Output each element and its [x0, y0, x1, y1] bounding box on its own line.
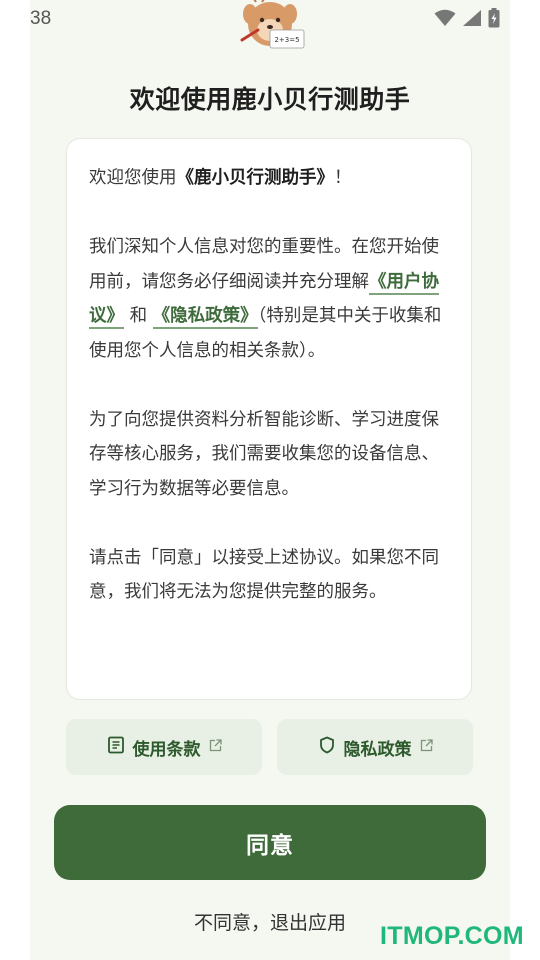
greeting-suffix: ！	[334, 168, 352, 188]
app-name: 《鹿小贝行测助手》	[176, 168, 335, 188]
data-collection-paragraph: 为了向您提供资料分析智能诊断、学习进度保存等核心服务，我们需要收集您的设备信息、…	[89, 409, 439, 499]
status-time: 38	[30, 8, 52, 29]
terms-of-use-button[interactable]: 使用条款	[66, 719, 262, 775]
privacy-policy-button[interactable]: 隐私政策	[277, 719, 473, 775]
privacy-notice-paragraph: 我们深知个人信息对您的重要性。在您开始使用前，请您务必仔细阅读并充分理解《用户协…	[89, 230, 449, 368]
terms-of-use-label: 使用条款	[132, 739, 201, 760]
battery-icon	[488, 8, 500, 32]
mascot-logo: 2+3=5	[236, 0, 308, 50]
external-link-icon	[209, 737, 222, 757]
greeting-paragraph: 欢迎您使用《鹿小贝行测助手》！	[89, 161, 449, 196]
page-title: 欢迎使用鹿小贝行测助手	[129, 85, 411, 114]
signal-icon	[462, 9, 482, 31]
consent-paragraph: 请点击「同意」以接受上述协议。如果您不同意，我们将无法为您提供完整的服务。	[89, 547, 439, 603]
greeting-prefix: 欢迎您使用	[89, 168, 177, 188]
agree-button[interactable]: 同意	[54, 805, 486, 880]
wifi-icon	[434, 9, 456, 31]
site-watermark: ITMOP.COM	[380, 922, 524, 950]
svg-text:2+3=5: 2+3=5	[274, 36, 299, 44]
external-link-icon	[420, 737, 433, 757]
privacy-policy-label: 隐私政策	[343, 739, 412, 760]
privacy-policy-link[interactable]: 《隐私政策》	[152, 306, 258, 329]
agreement-card: 欢迎您使用《鹿小贝行测助手》！ 我们深知个人信息对您的重要性。在您开始使用前，请…	[66, 138, 472, 700]
status-icons	[434, 8, 500, 32]
shield-icon	[318, 736, 336, 759]
and-text: 和	[124, 306, 153, 326]
document-icon	[107, 736, 125, 759]
